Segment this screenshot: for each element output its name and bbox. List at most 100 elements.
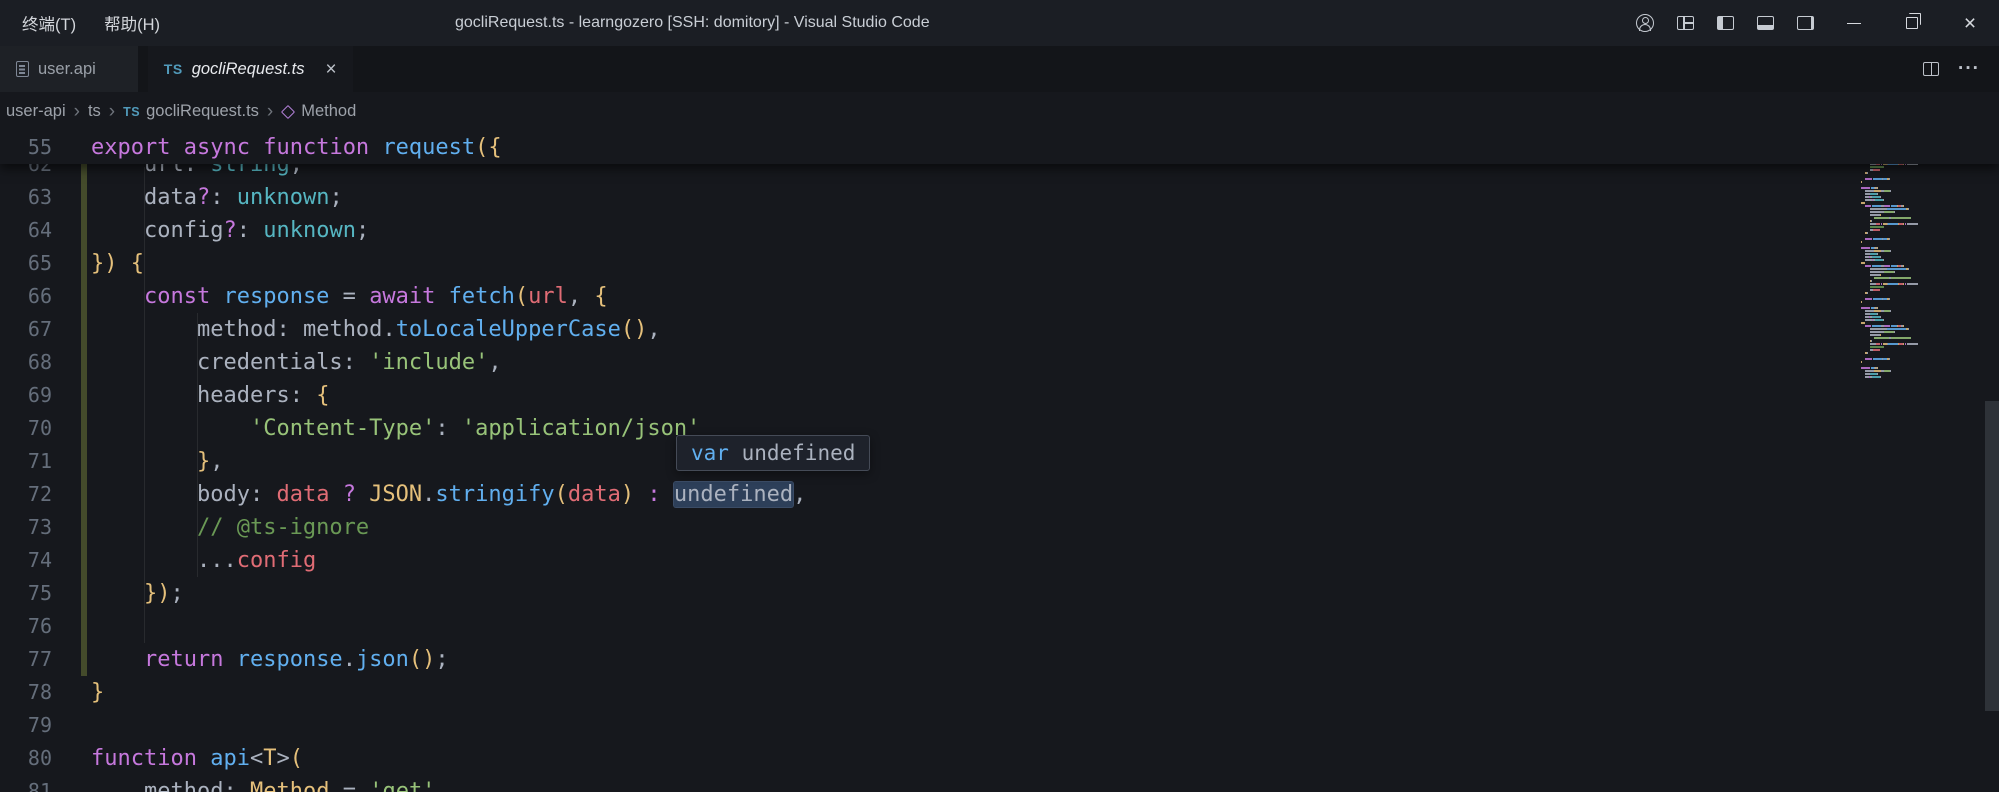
breadcrumbs: user-api › ts › TS gocliRequest.ts › Method <box>0 92 1999 131</box>
code-line-80[interactable]: 80function api<T>( <box>0 742 1999 775</box>
toggle-primary-side-bar-button[interactable] <box>1705 0 1745 46</box>
window-title: gocliRequest.ts - learngozero [SSH: domi… <box>455 0 930 46</box>
gutter-modified-indicator <box>81 379 87 412</box>
restore-button[interactable] <box>1883 0 1941 46</box>
breadcrumb-separator-icon: › <box>109 102 115 121</box>
titlebar-actions <box>1625 0 1825 46</box>
breadcrumb-gocliRequest.ts[interactable]: TS gocliRequest.ts <box>123 102 259 121</box>
line-number[interactable]: 65 <box>0 247 52 280</box>
code-line-78[interactable]: 78} <box>0 676 1999 709</box>
code-line-67[interactable]: 67 method: method.toLocaleUpperCase(), <box>0 313 1999 346</box>
line-number[interactable]: 74 <box>0 544 52 577</box>
line-number[interactable]: 77 <box>0 643 52 676</box>
code-line-76[interactable]: 76 <box>0 610 1999 643</box>
code-line-65[interactable]: 65}) { <box>0 247 1999 280</box>
line-number[interactable]: 81 <box>0 775 52 792</box>
line-number[interactable]: 67 <box>0 313 52 346</box>
line-number[interactable]: 63 <box>0 181 52 214</box>
code-line-70[interactable]: 70 'Content-Type': 'application/json' <box>0 412 1999 445</box>
gutter-modified-indicator <box>81 346 87 379</box>
breadcrumb-user-api[interactable]: user-api <box>6 102 66 121</box>
minimap[interactable] <box>1861 133 1949 379</box>
editor-scrollbar[interactable] <box>1985 131 1999 792</box>
breadcrumb-ts[interactable]: ts <box>88 102 101 121</box>
customize-layout-icon <box>1677 16 1694 30</box>
accounts-button[interactable] <box>1625 0 1665 46</box>
breadcrumb-separator-icon: › <box>74 102 80 121</box>
breadcrumb-separator-icon: › <box>267 102 273 121</box>
code-line-55[interactable]: 55export async function request({ <box>0 131 1999 164</box>
restore-icon <box>1906 17 1918 29</box>
line-number[interactable]: 76 <box>0 610 52 643</box>
breadcrumb-label: gocliRequest.ts <box>146 102 259 121</box>
line-number[interactable]: 80 <box>0 742 52 775</box>
sticky-scroll-line[interactable]: 55export async function request({ <box>0 131 1999 164</box>
code-line-68[interactable]: 68 credentials: 'include', <box>0 346 1999 379</box>
close-tab-icon[interactable]: × <box>326 60 337 79</box>
gutter-modified-indicator <box>81 544 87 577</box>
indent-guide <box>197 313 198 577</box>
code-text: } <box>52 676 104 709</box>
tab-user.api[interactable]: user.api <box>0 46 138 92</box>
gutter-modified-indicator <box>81 412 87 445</box>
line-number[interactable]: 64 <box>0 214 52 247</box>
editor[interactable]: 62 url: string;63 data?: unknown;64 conf… <box>0 131 1999 792</box>
code-line-73[interactable]: 73 // @ts-ignore <box>0 511 1999 544</box>
code-text: credentials: 'include', <box>52 346 502 379</box>
customize-layout-button[interactable] <box>1665 0 1705 46</box>
code-line-64[interactable]: 64 config?: unknown; <box>0 214 1999 247</box>
breadcrumb-label: Method <box>301 102 356 121</box>
code-line-72[interactable]: 72 body: data ? JSON.stringify(data) : u… <box>0 478 1999 511</box>
gutter-modified-indicator <box>81 214 87 247</box>
code-line-74[interactable]: 74 ...config <box>0 544 1999 577</box>
code-line-63[interactable]: 63 data?: unknown; <box>0 181 1999 214</box>
code-line-66[interactable]: 66 const response = await fetch(url, { <box>0 280 1999 313</box>
menu-item[interactable]: 终端(T) <box>8 0 90 46</box>
titlebar: 终端(T)帮助(H) gocliRequest.ts - learngozero… <box>0 0 1999 46</box>
code-text: }) { <box>52 247 144 280</box>
file-icon <box>16 61 29 77</box>
line-number[interactable]: 69 <box>0 379 52 412</box>
code-line-81[interactable]: 81 method: Method = 'get', <box>0 775 1999 792</box>
line-number[interactable]: 73 <box>0 511 52 544</box>
toggle-panel-button[interactable] <box>1745 0 1785 46</box>
code-line-77[interactable]: 77 return response.json(); <box>0 643 1999 676</box>
vscode-window: 终端(T)帮助(H) gocliRequest.ts - learngozero… <box>0 0 1999 792</box>
scrollbar-slider[interactable] <box>1985 401 1999 711</box>
tabbar-actions: ··· <box>1913 46 1999 92</box>
split-editor-button[interactable] <box>1913 51 1949 87</box>
more-actions-button[interactable]: ··· <box>1951 51 1987 87</box>
gutter-modified-indicator <box>81 445 87 478</box>
line-number[interactable]: 75 <box>0 577 52 610</box>
code-text: ...config <box>52 544 316 577</box>
code-text: const response = await fetch(url, { <box>52 280 608 313</box>
code-line-79[interactable]: 79 <box>0 709 1999 742</box>
tab-label: user.api <box>38 60 96 79</box>
line-number[interactable]: 72 <box>0 478 52 511</box>
gutter-modified-indicator <box>81 247 87 280</box>
toggle-secondary-side-bar-button[interactable] <box>1785 0 1825 46</box>
tabbar: user.api TSgocliRequest.ts× ··· <box>0 46 1999 92</box>
tab-gocliRequest.ts[interactable]: TSgocliRequest.ts× <box>148 46 353 92</box>
close-icon: × <box>1964 13 1976 34</box>
menu-item[interactable]: 帮助(H) <box>90 0 174 46</box>
breadcrumb-label: user-api <box>6 102 66 121</box>
tabbar-tabs: user.api TSgocliRequest.ts× <box>0 46 353 92</box>
typescript-icon: TS <box>123 105 140 119</box>
line-number[interactable]: 68 <box>0 346 52 379</box>
line-number[interactable]: 55 <box>0 131 52 164</box>
code-line-75[interactable]: 75 }); <box>0 577 1999 610</box>
line-number[interactable]: 78 <box>0 676 52 709</box>
line-number[interactable]: 79 <box>0 709 52 742</box>
minimize-button[interactable] <box>1825 0 1883 46</box>
breadcrumb-Method[interactable]: Method <box>281 102 356 121</box>
close-button[interactable]: × <box>1941 0 1999 46</box>
line-number[interactable]: 71 <box>0 445 52 478</box>
code-line-71[interactable]: 71 }, <box>0 445 1999 478</box>
code-line-69[interactable]: 69 headers: { <box>0 379 1999 412</box>
gutter-modified-indicator <box>81 643 87 676</box>
line-number[interactable]: 66 <box>0 280 52 313</box>
line-number[interactable]: 70 <box>0 412 52 445</box>
split-editor-icon <box>1923 62 1939 76</box>
code-text: return response.json(); <box>52 643 449 676</box>
